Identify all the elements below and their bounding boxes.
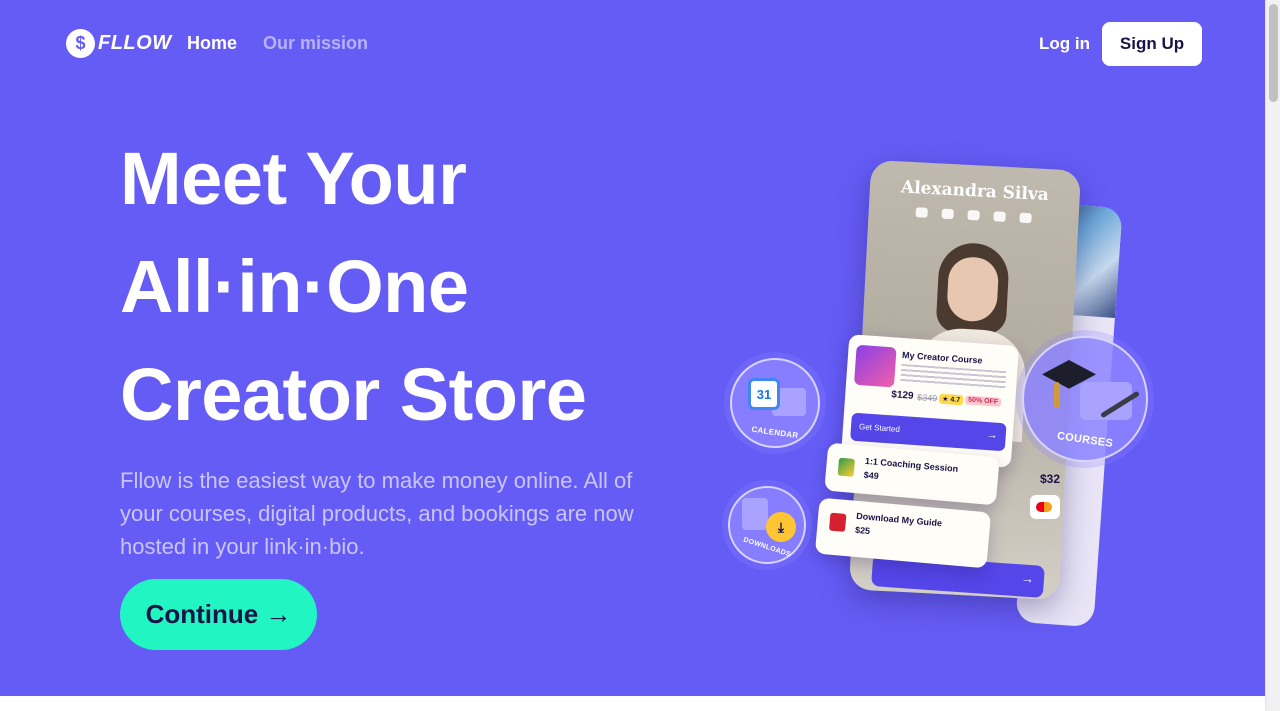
course-thumbnail — [853, 344, 897, 388]
portrait-face — [946, 256, 1000, 323]
book-icon — [828, 512, 847, 532]
coaching-price: $49 — [863, 469, 880, 482]
social-icons — [869, 205, 1079, 226]
signup-button[interactable]: Sign Up — [1102, 22, 1202, 66]
youtube-icon — [915, 207, 928, 218]
cap-tassel — [1054, 382, 1060, 408]
courses-bubble: COURSES — [1022, 336, 1148, 462]
course-price: $129 — [890, 389, 914, 402]
nav-mission-link[interactable]: Our mission — [263, 33, 368, 54]
headline-line-1: Meet Your — [120, 137, 467, 220]
login-link[interactable]: Log in — [1039, 34, 1090, 54]
guide-price: $25 — [854, 524, 871, 537]
nav-home-link[interactable]: Home — [187, 33, 237, 54]
dollar-coin-icon: $ — [66, 29, 95, 58]
instagram-icon — [1019, 212, 1032, 224]
google-calendar-icon: 31 — [748, 378, 780, 410]
brand-logo[interactable]: $ FLLOW — [66, 29, 172, 58]
document-icon — [742, 498, 768, 530]
download-icon: ⤓ — [766, 512, 796, 542]
course-rating-badge: ★ 4.7 — [938, 393, 964, 406]
continue-button[interactable]: Continue → — [120, 579, 317, 650]
calendar-label: CALENDAR — [750, 424, 800, 441]
get-started-label: Get Started — [858, 422, 901, 434]
linkedin-icon — [993, 211, 1006, 222]
logo-wordmark: FLLOW — [98, 32, 172, 54]
calendar-bubble: 31 CALENDAR — [730, 358, 820, 448]
arrow-right-icon: → — [1020, 570, 1035, 587]
course-discount-badge: 50% OFF — [964, 395, 1002, 407]
arrow-right-icon: → — [986, 429, 999, 442]
course-title: My Creator Course — [901, 349, 983, 366]
side-price: $32 — [1040, 472, 1061, 486]
get-started-bar: Get Started → — [850, 412, 1007, 452]
hero-subtitle: Fllow is the easiest way to make money o… — [120, 468, 634, 559]
scrollbar-thumb[interactable] — [1269, 4, 1278, 102]
downloads-label: DOWNLOADS — [742, 536, 792, 559]
calendar-icon — [837, 457, 856, 477]
course-description-lines — [900, 363, 1007, 390]
twitter-icon — [967, 209, 980, 221]
headline-line-3: Creator Store — [120, 353, 587, 436]
hero-section: $ FLLOW Home Our mission Log in Sign Up … — [0, 0, 1265, 696]
page-scrollbar[interactable] — [1265, 0, 1280, 711]
tiktok-icon — [941, 208, 954, 220]
mastercard-icon — [1030, 495, 1060, 519]
headline-line-2: All·in·One — [120, 245, 469, 328]
course-old-price: $349 — [916, 392, 938, 404]
profile-name: Alexandra Silva — [900, 177, 1050, 206]
downloads-bubble: ⤓ DOWNLOADS — [728, 486, 806, 564]
